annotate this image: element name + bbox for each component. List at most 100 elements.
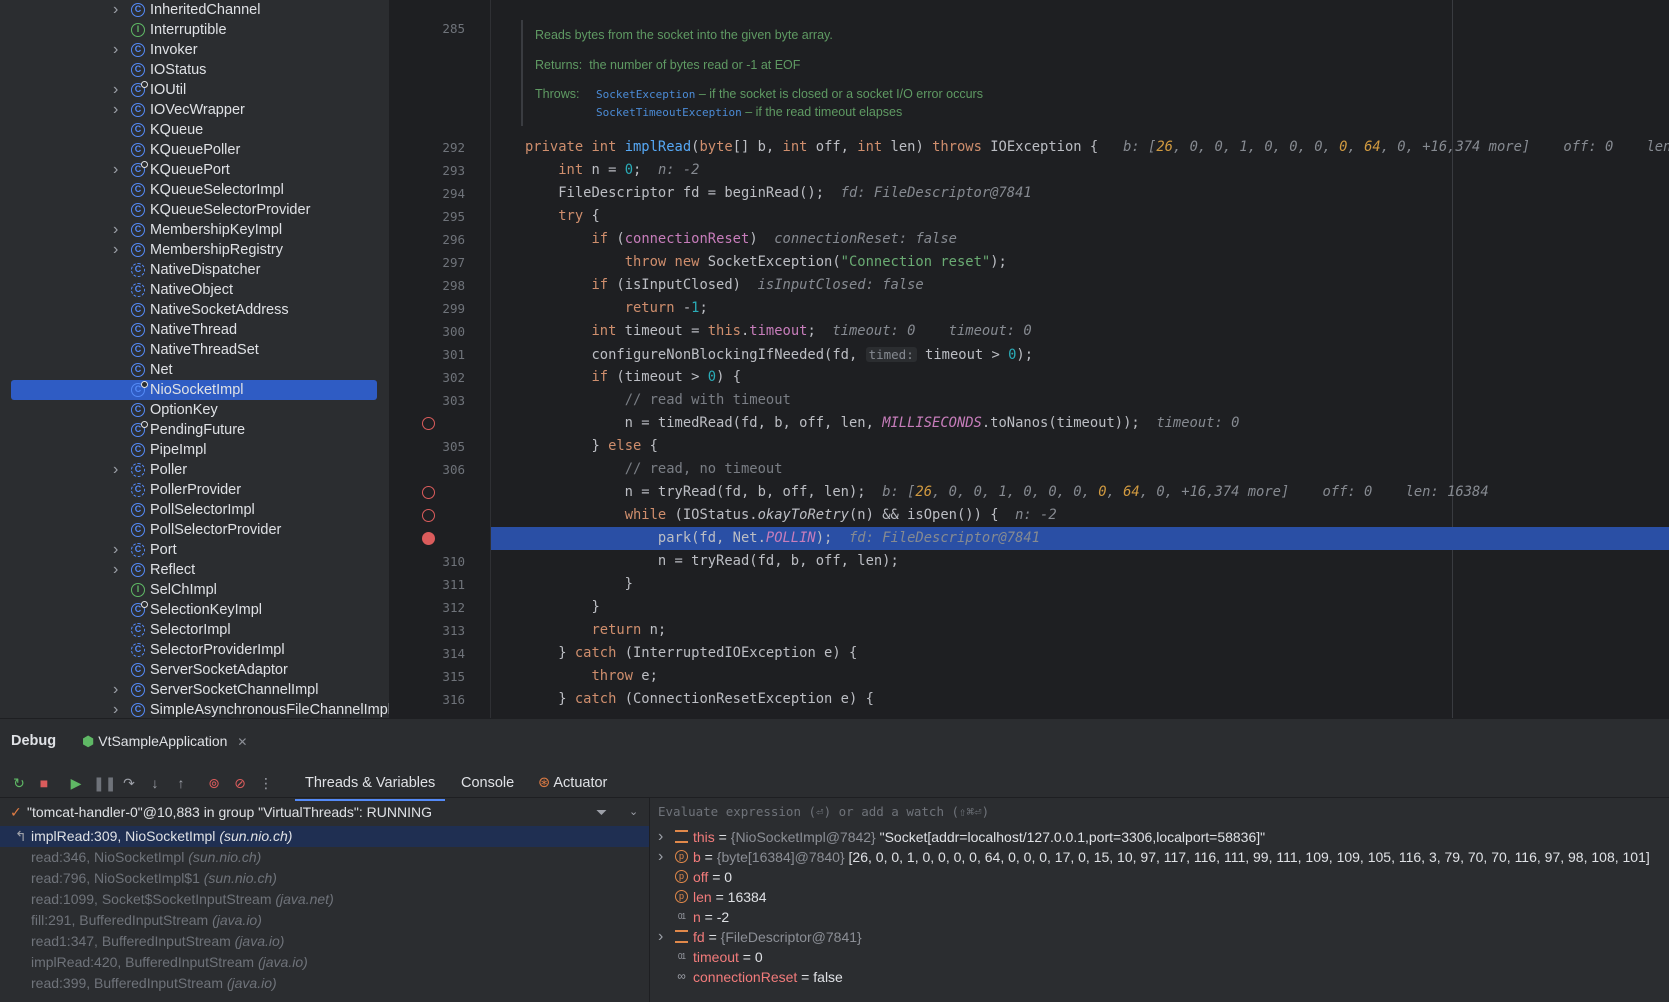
- variable-row[interactable]: ∞ connectionReset = false: [650, 967, 1669, 987]
- rerun-icon[interactable]: ↻: [9, 773, 29, 793]
- tree-item[interactable]: C NativeObject: [0, 280, 389, 300]
- step-into-icon[interactable]: ↓: [145, 773, 165, 793]
- close-icon[interactable]: ✕: [237, 735, 247, 749]
- variable-row[interactable]: p off = 0: [650, 867, 1669, 887]
- line-number: 315: [442, 669, 465, 684]
- variable-row[interactable]: 01 timeout = 0: [650, 947, 1669, 967]
- tree-item[interactable]: C PollerProvider: [0, 480, 389, 500]
- tree-item[interactable]: › C Poller: [0, 460, 389, 480]
- evaluate-expression-input[interactable]: Evaluate expression (⏎) or add a watch (…: [650, 799, 1669, 825]
- variable-row[interactable]: 01 n = -2: [650, 907, 1669, 927]
- mute-breakpoints-icon[interactable]: ⊘: [230, 773, 250, 793]
- tree-item[interactable]: C NativeThreadSet: [0, 340, 389, 360]
- tree-item[interactable]: C PollSelectorProvider: [0, 520, 389, 540]
- stop-icon[interactable]: ■: [34, 773, 54, 793]
- tree-item[interactable]: C PollSelectorImpl: [0, 500, 389, 520]
- step-over-icon[interactable]: ↷: [119, 773, 139, 793]
- resume-icon[interactable]: ▶: [66, 773, 86, 793]
- tree-item[interactable]: C SelectorImpl: [0, 620, 389, 640]
- variable-row[interactable]: › fd = {FileDescriptor@7841}: [650, 927, 1669, 947]
- tree-item[interactable]: C NativeSocketAddress: [0, 300, 389, 320]
- breakpoint-icon[interactable]: [422, 532, 435, 545]
- socket-timeout-exception-link[interactable]: SocketTimeoutException: [596, 106, 742, 119]
- tree-item[interactable]: C OptionKey: [0, 400, 389, 420]
- chevron-down-icon[interactable]: ⌄: [629, 799, 638, 825]
- tree-item[interactable]: C IOStatus: [0, 60, 389, 80]
- tree-item[interactable]: I Interruptible: [0, 20, 389, 40]
- code-editor[interactable]: 285 Reads bytes from the socket into the…: [389, 0, 1669, 718]
- tree-item[interactable]: C KQueue: [0, 120, 389, 140]
- final-class-icon: C: [131, 161, 148, 177]
- tree-item[interactable]: › C ServerSocketChannelImpl: [0, 680, 389, 700]
- tree-item[interactable]: › C InheritedChannel: [0, 0, 389, 20]
- tree-item[interactable]: › C Reflect: [0, 560, 389, 580]
- run-config-tab[interactable]: ⬢ VtSampleApplication ✕: [82, 733, 247, 750]
- step-out-icon[interactable]: ↑: [171, 773, 191, 793]
- stack-frame[interactable]: read:1099, Socket$SocketInputStream (jav…: [0, 889, 649, 910]
- tree-item[interactable]: C NioSocketImpl: [0, 380, 389, 400]
- stack-frame[interactable]: read:399, BufferedInputStream (java.io): [0, 973, 649, 994]
- chevron-right-icon[interactable]: ›: [113, 700, 123, 718]
- tree-item[interactable]: I SelChImpl: [0, 580, 389, 600]
- chevron-right-icon[interactable]: ›: [113, 40, 123, 60]
- tree-item[interactable]: C SelectionKeyImpl: [0, 600, 389, 620]
- chevron-right-icon[interactable]: ›: [113, 80, 123, 100]
- code-text: int n = 0; n: -2: [558, 162, 700, 178]
- tab-threads-variables[interactable]: Threads & Variables: [294, 775, 446, 801]
- tree-item[interactable]: › C Port: [0, 540, 389, 560]
- chevron-right-icon[interactable]: ›: [113, 160, 123, 180]
- breakpoint-icon[interactable]: [422, 486, 435, 499]
- chevron-right-icon[interactable]: ›: [658, 927, 663, 947]
- tree-item[interactable]: › C MembershipKeyImpl: [0, 220, 389, 240]
- tree-item[interactable]: C SelectorProviderImpl: [0, 640, 389, 660]
- breakpoint-icon[interactable]: [422, 417, 435, 430]
- class-icon: C: [131, 663, 145, 677]
- tree-item[interactable]: C NativeDispatcher: [0, 260, 389, 280]
- variable-row[interactable]: › p b = {byte[16384]@7840} [26, 0, 0, 1, 0…: [650, 847, 1669, 867]
- chevron-right-icon[interactable]: ›: [113, 540, 123, 560]
- tree-item[interactable]: C PipeImpl: [0, 440, 389, 460]
- more-icon[interactable]: ⋮: [256, 773, 276, 793]
- breakpoint-icon[interactable]: [422, 509, 435, 522]
- stack-frame[interactable]: fill:291, BufferedInputStream (java.io): [0, 910, 649, 931]
- chevron-right-icon[interactable]: ›: [113, 0, 123, 20]
- tree-item[interactable]: C KQueueSelectorImpl: [0, 180, 389, 200]
- filter-icon[interactable]: ⏷: [596, 799, 607, 825]
- tree-item[interactable]: C KQueuePoller: [0, 140, 389, 160]
- chevron-right-icon[interactable]: ›: [658, 827, 663, 847]
- tree-item[interactable]: › C IOVecWrapper: [0, 100, 389, 120]
- chevron-right-icon[interactable]: ›: [658, 847, 663, 867]
- stack-frame[interactable]: implRead:420, BufferedInputStream (java.…: [0, 952, 649, 973]
- tree-item[interactable]: › C Invoker: [0, 40, 389, 60]
- tree-item-label: KQueueSelectorImpl: [150, 182, 284, 198]
- view-breakpoints-icon[interactable]: ⊚: [204, 773, 224, 793]
- stack-frame[interactable]: read:796, NioSocketImpl$1 (sun.nio.ch): [0, 868, 649, 889]
- variable-row[interactable]: p len = 16384: [650, 887, 1669, 907]
- class-icon: C: [131, 223, 145, 237]
- socket-exception-link[interactable]: SocketException: [596, 88, 695, 101]
- stack-frame[interactable]: read:346, NioSocketImpl (sun.nio.ch): [0, 847, 649, 868]
- tree-item[interactable]: › C MembershipRegistry: [0, 240, 389, 260]
- chevron-right-icon[interactable]: ›: [113, 680, 123, 700]
- tree-item[interactable]: C NativeThread: [0, 320, 389, 340]
- tree-item[interactable]: C Net: [0, 360, 389, 380]
- tree-item[interactable]: C KQueueSelectorProvider: [0, 200, 389, 220]
- tree-item[interactable]: C ServerSocketAdaptor: [0, 660, 389, 680]
- tab-actuator[interactable]: ⊛ Actuator: [538, 775, 607, 791]
- tree-item[interactable]: C PendingFuture: [0, 420, 389, 440]
- tab-console[interactable]: Console: [461, 775, 514, 791]
- thread-selector[interactable]: ✓ "tomcat-handler-0"@10,883 in group "Vi…: [0, 799, 649, 825]
- tree-item[interactable]: › C KQueuePort: [0, 160, 389, 180]
- variable-value: 0: [724, 869, 733, 885]
- chevron-right-icon[interactable]: ›: [113, 240, 123, 260]
- chevron-right-icon[interactable]: ›: [113, 100, 123, 120]
- stack-frame[interactable]: ↰ implRead:309, NioSocketImpl (sun.nio.ch…: [0, 826, 649, 847]
- tree-item[interactable]: › C SimpleAsynchronousFileChannelImpl: [0, 700, 389, 718]
- tree-item[interactable]: › C IOUtil: [0, 80, 389, 100]
- stack-frame[interactable]: read1:347, BufferedInputStream (java.io): [0, 931, 649, 952]
- chevron-right-icon[interactable]: ›: [113, 460, 123, 480]
- pause-icon[interactable]: ❚❚: [93, 773, 116, 793]
- chevron-right-icon[interactable]: ›: [113, 220, 123, 240]
- chevron-right-icon[interactable]: ›: [113, 560, 123, 580]
- variable-row[interactable]: › this = {NioSocketImpl@7842} "Socket[add…: [650, 827, 1669, 847]
